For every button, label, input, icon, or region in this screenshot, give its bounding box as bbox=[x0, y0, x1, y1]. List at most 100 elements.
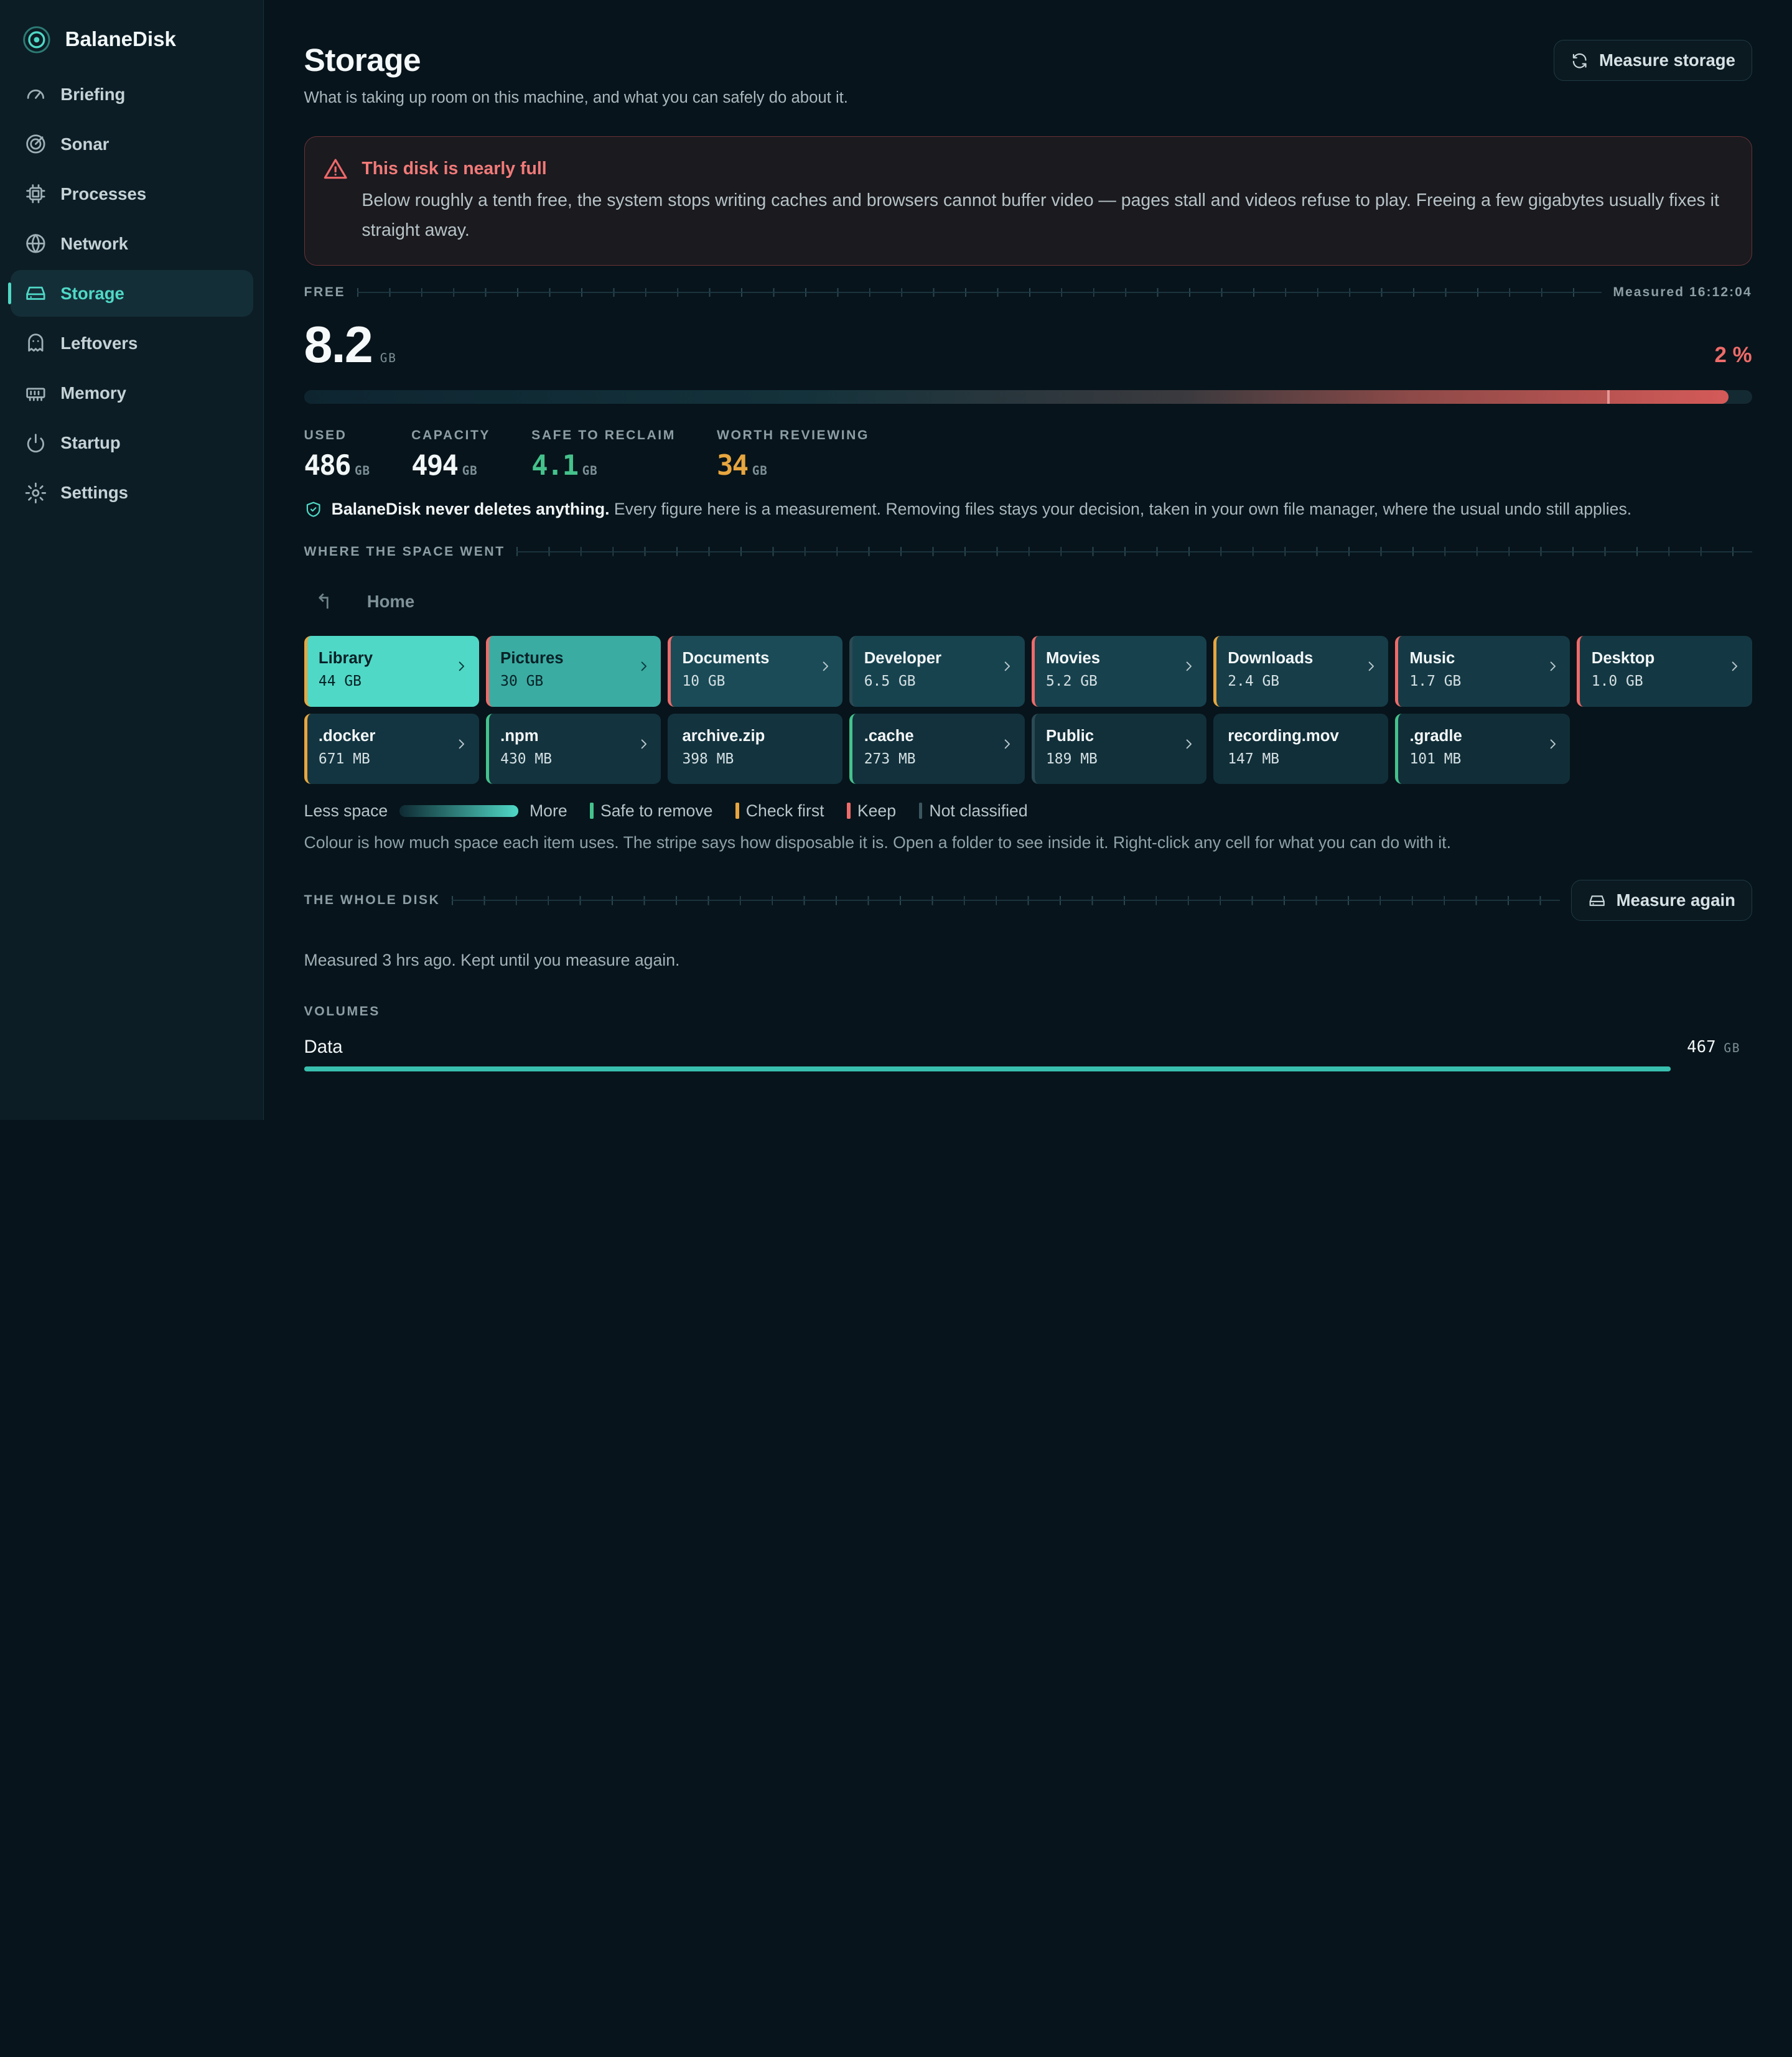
sidebar-item-label: Memory bbox=[60, 383, 126, 403]
gear-icon bbox=[25, 482, 46, 503]
measure-again-button[interactable]: Measure again bbox=[1570, 880, 1752, 921]
treemap-cell[interactable]: Pictures 30 GB bbox=[485, 635, 661, 707]
usage-bar-fill bbox=[304, 390, 1729, 404]
drive-icon bbox=[26, 287, 45, 301]
treemap-cell[interactable]: .docker 671 MB bbox=[304, 713, 479, 785]
free-header: FREE Measured 16:12:04 bbox=[304, 285, 1752, 300]
chevron-right-icon bbox=[459, 739, 465, 749]
stat-label: SAFE TO RECLAIM bbox=[531, 427, 676, 442]
where-header: WHERE THE SPACE WENT bbox=[304, 544, 1752, 559]
treemap-cell[interactable]: archive.zip 398 MB bbox=[668, 713, 843, 785]
legend-label: Safe to remove bbox=[600, 801, 713, 820]
ruler bbox=[516, 547, 1752, 556]
cell-size: 147 MB bbox=[1228, 750, 1280, 767]
sidebar-item-label: Leftovers bbox=[60, 333, 138, 353]
sidebar-item-label: Processes bbox=[60, 184, 147, 203]
legend: Less space More Safe to remove Check fir… bbox=[304, 801, 1752, 821]
cell-name: Documents bbox=[682, 649, 770, 667]
ghost-icon bbox=[27, 334, 43, 352]
measured-time: Measured 16:12:04 bbox=[1613, 285, 1752, 300]
sidebar-item-label: Briefing bbox=[60, 84, 126, 104]
treemap-cell[interactable]: Desktop 1.0 GB bbox=[1577, 635, 1752, 707]
stat-safe-to-reclaim: SAFE TO RECLAIM 4.1 GB bbox=[531, 428, 676, 482]
sidebar-item-label: Settings bbox=[60, 483, 128, 502]
measure-again-label: Measure again bbox=[1616, 890, 1735, 910]
legend-stripe bbox=[590, 802, 594, 819]
legend-gradient bbox=[399, 805, 518, 817]
treemap-cell[interactable]: Music 1.7 GB bbox=[1395, 635, 1570, 707]
legend-item-check-first: Check first bbox=[735, 801, 824, 821]
safety-note-strong: BalaneDisk never deletes anything. bbox=[331, 500, 610, 519]
sidebar-item-storage[interactable]: Storage bbox=[7, 270, 253, 317]
volume-row[interactable]: Data 467 GB bbox=[304, 1037, 1752, 1058]
stat-value: 494 GB bbox=[411, 450, 490, 482]
cell-size: 671 MB bbox=[318, 750, 370, 767]
treemap-cell[interactable]: .gradle 101 MB bbox=[1395, 713, 1570, 785]
cell-name: recording.mov bbox=[1228, 727, 1339, 745]
chevron-right-icon bbox=[1550, 739, 1556, 749]
volume-size-unit: GB bbox=[1724, 1040, 1741, 1055]
treemap-cell[interactable]: Public 189 MB bbox=[1031, 713, 1206, 785]
sidebar-item-settings[interactable]: Settings bbox=[11, 469, 253, 516]
stat-label: WORTH REVIEWING bbox=[716, 427, 869, 442]
cell-name: Desktop bbox=[1591, 649, 1655, 667]
sidebar-item-processes[interactable]: Processes bbox=[11, 170, 253, 217]
legend-item-keep: Keep bbox=[847, 801, 896, 821]
treemap-cell[interactable]: Movies 5.2 GB bbox=[1031, 635, 1206, 707]
cell-size: 30 GB bbox=[500, 673, 544, 689]
sidebar-item-label: Network bbox=[60, 233, 128, 253]
chevron-right-icon bbox=[1550, 661, 1556, 671]
cell-name: Pictures bbox=[500, 649, 564, 667]
stat-number: 34 bbox=[716, 449, 749, 482]
volumes-label: VOLUMES bbox=[304, 1004, 380, 1019]
sidebar-item-briefing[interactable]: Briefing bbox=[11, 71, 253, 118]
stat-value: 34 GB bbox=[717, 450, 869, 482]
whole-disk-header: THE WHOLE DISK Measure again bbox=[304, 880, 1752, 921]
sidebar-item-sonar[interactable]: Sonar bbox=[11, 121, 253, 167]
legend-item-not-classified: Not classified bbox=[918, 801, 1028, 821]
stat-unit: GB bbox=[752, 463, 768, 478]
chevron-right-icon bbox=[459, 661, 465, 671]
cell-name: .docker bbox=[318, 727, 376, 745]
stat-label: USED bbox=[304, 427, 347, 442]
ram-icon bbox=[26, 387, 45, 401]
treemap-cell[interactable]: recording.mov 147 MB bbox=[1213, 713, 1389, 785]
measured-ago: Measured 3 hrs ago. Kept until you measu… bbox=[304, 951, 680, 970]
measure-storage-button[interactable]: Measure storage bbox=[1554, 40, 1752, 82]
volume-size-value: 467 bbox=[1687, 1037, 1716, 1056]
chevron-right-icon bbox=[1004, 661, 1010, 671]
chip-icon bbox=[26, 184, 45, 203]
volume-bar bbox=[304, 1066, 1671, 1071]
cell-name: Developer bbox=[864, 649, 941, 667]
cell-name: .cache bbox=[864, 727, 914, 745]
legend-label: Not classified bbox=[929, 801, 1028, 820]
ruler bbox=[451, 895, 1560, 905]
treemap-cell[interactable]: Documents 10 GB bbox=[668, 635, 843, 707]
measure-storage-label: Measure storage bbox=[1599, 50, 1735, 70]
stat-number: 486 bbox=[304, 449, 352, 482]
brand: BalaneDisk bbox=[11, 25, 253, 70]
treemap-cell[interactable]: .npm 430 MB bbox=[485, 713, 661, 785]
sidebar-item-memory[interactable]: Memory bbox=[11, 370, 253, 416]
up-arrow-icon[interactable]: ↰ bbox=[315, 589, 333, 614]
treemap-cell[interactable]: Developer 6.5 GB bbox=[849, 635, 1025, 707]
stat-value: 4.1 GB bbox=[531, 450, 676, 482]
sidebar-item-label: Storage bbox=[60, 283, 124, 303]
volume-name: Data bbox=[304, 1036, 343, 1057]
chevron-right-icon bbox=[1004, 739, 1010, 749]
alert-title: This disk is nearly full bbox=[362, 159, 547, 179]
sidebar-item-network[interactable]: Network bbox=[11, 220, 253, 267]
where-label: WHERE THE SPACE WENT bbox=[304, 544, 505, 559]
legend-label: Keep bbox=[857, 801, 897, 820]
sidebar-item-leftovers[interactable]: Leftovers bbox=[11, 320, 253, 366]
treemap-cell[interactable]: Downloads 2.4 GB bbox=[1213, 635, 1389, 707]
breadcrumb: ↰ Home bbox=[304, 584, 1752, 618]
chevron-right-icon bbox=[1732, 661, 1738, 671]
treemap-cell[interactable]: .cache 273 MB bbox=[849, 713, 1025, 785]
breadcrumb-home[interactable]: Home bbox=[367, 592, 415, 612]
cell-name: Movies bbox=[1045, 649, 1101, 667]
cell-name: Downloads bbox=[1228, 649, 1314, 667]
cell-name: .gradle bbox=[1409, 727, 1462, 745]
sidebar-item-startup[interactable]: Startup bbox=[11, 419, 253, 466]
treemap-cell[interactable]: Library 44 GB bbox=[304, 635, 479, 707]
